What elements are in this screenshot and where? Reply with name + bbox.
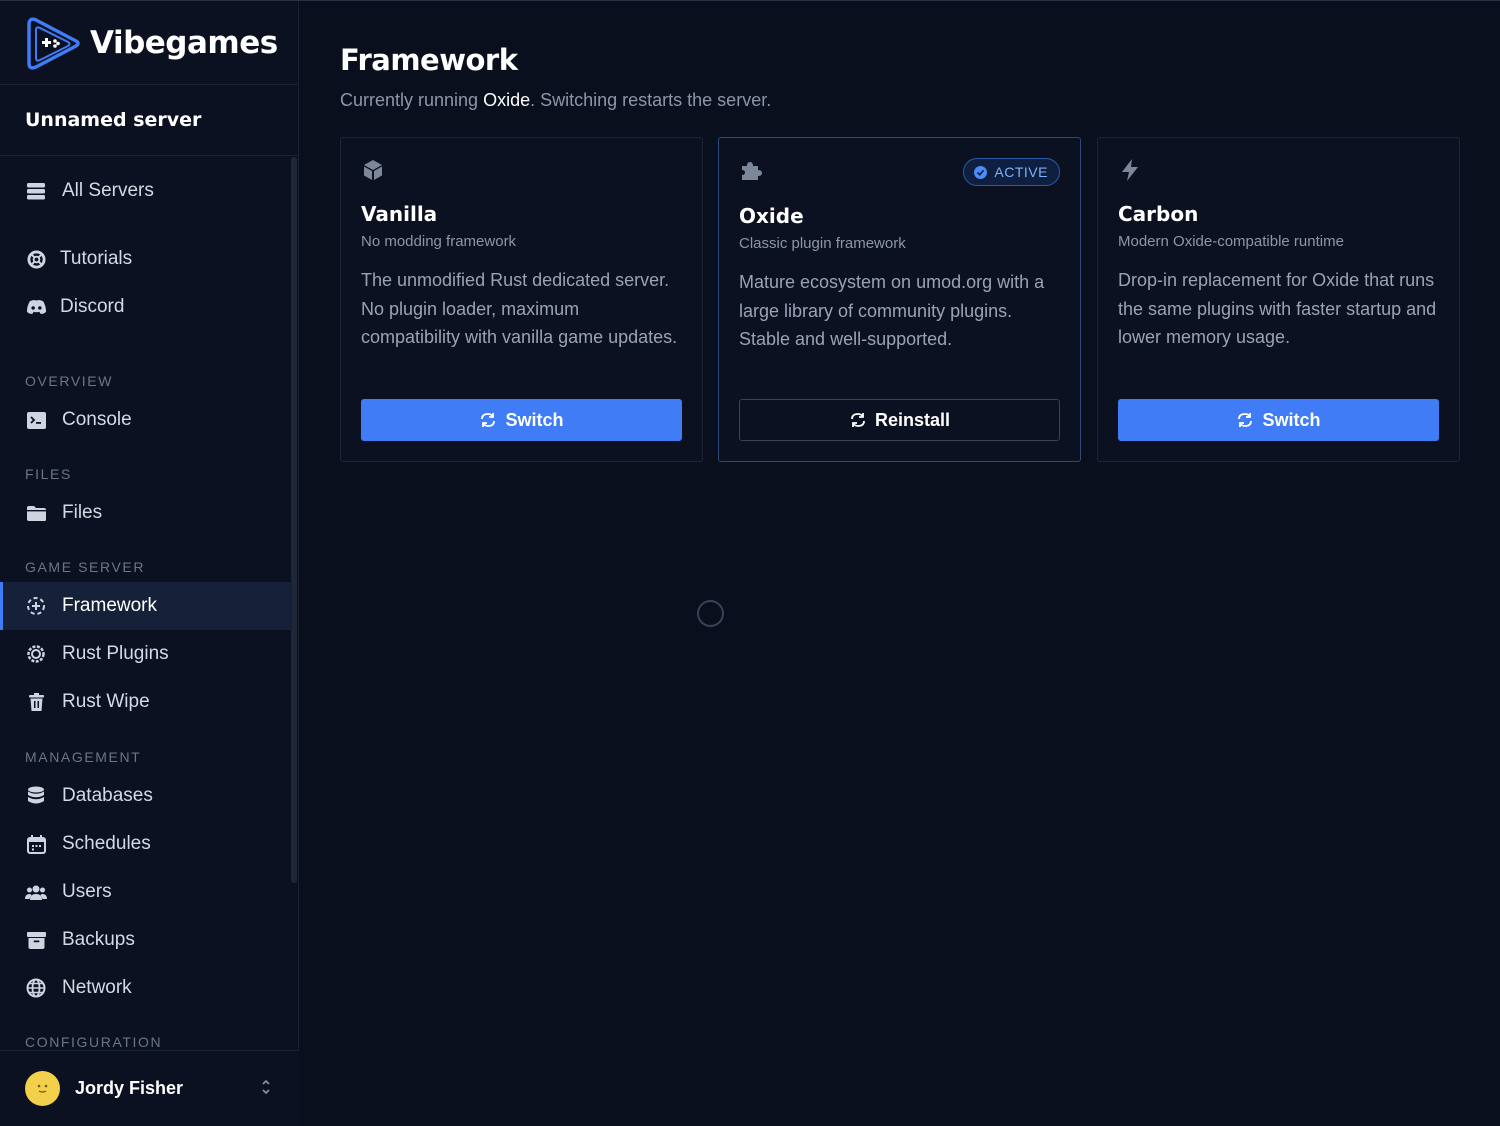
subtitle-suffix: . Switching restarts the server. bbox=[530, 90, 772, 110]
trash-icon bbox=[25, 691, 47, 713]
framework-description: The unmodified Rust dedicated server. No… bbox=[361, 270, 678, 347]
sidebar-nav: All Servers Tutorials Discord OVERVIEW C… bbox=[0, 157, 292, 1051]
nav-label: Users bbox=[62, 881, 112, 902]
users-icon bbox=[25, 881, 47, 903]
cube-icon bbox=[361, 158, 387, 184]
nav-label: Databases bbox=[62, 785, 153, 806]
nav-label: Backups bbox=[62, 929, 135, 950]
current-framework: Oxide bbox=[483, 90, 531, 110]
gamepad-logo-icon bbox=[27, 16, 80, 70]
framework-tagline: No modding framework bbox=[361, 233, 517, 250]
framework-name: Oxide bbox=[739, 204, 804, 228]
terminal-icon bbox=[25, 409, 47, 431]
framework-tagline: Classic plugin framework bbox=[739, 235, 906, 252]
switch-button[interactable]: Switch bbox=[1118, 399, 1439, 441]
user-menu[interactable]: Jordy Fisher bbox=[0, 1050, 299, 1126]
framework-card-oxide: ACTIVE Oxide Classic plugin framework Ma… bbox=[718, 137, 1081, 462]
archive-icon bbox=[25, 929, 47, 951]
refresh-icon bbox=[1238, 413, 1253, 427]
nav-item-network[interactable]: Network bbox=[0, 964, 292, 1012]
switch-button[interactable]: Switch bbox=[361, 399, 682, 441]
bolt-icon bbox=[1118, 158, 1144, 184]
button-label: Switch bbox=[505, 409, 564, 430]
nav-item-discord[interactable]: Discord bbox=[0, 283, 292, 331]
nav-label: Rust Wipe bbox=[62, 691, 150, 712]
framework-icon bbox=[25, 595, 47, 617]
server-selector[interactable]: Unnamed server bbox=[0, 85, 298, 156]
avatar bbox=[25, 1071, 60, 1106]
nav-label: Files bbox=[62, 502, 103, 523]
nav-item-all-servers[interactable]: All Servers bbox=[0, 167, 292, 215]
server-stack-icon bbox=[25, 180, 47, 202]
framework-name: Vanilla bbox=[361, 202, 438, 226]
page-subtitle: Currently running Oxide. Switching resta… bbox=[340, 90, 771, 111]
nav-label: Schedules bbox=[62, 833, 151, 854]
section-files: FILES bbox=[25, 466, 72, 482]
nav-label: Discord bbox=[60, 296, 125, 317]
section-overview: OVERVIEW bbox=[25, 373, 114, 389]
nav-label: Console bbox=[62, 409, 132, 430]
gear-icon bbox=[25, 643, 47, 665]
brand-name: Vibegames bbox=[90, 24, 278, 61]
nav-item-backups[interactable]: Backups bbox=[0, 916, 292, 964]
life-ring-icon bbox=[25, 248, 47, 270]
folder-icon bbox=[25, 502, 47, 524]
nav-item-framework[interactable]: Framework bbox=[0, 582, 292, 630]
section-game-server: GAME SERVER bbox=[25, 559, 146, 575]
button-label: Reinstall bbox=[874, 409, 951, 430]
framework-card-vanilla: Vanilla No modding framework The unmodif… bbox=[340, 137, 703, 462]
nav-label: All Servers bbox=[62, 180, 154, 201]
server-name: Unnamed server bbox=[25, 109, 202, 131]
nav-item-databases[interactable]: Databases bbox=[0, 772, 292, 820]
nav-label: Framework bbox=[62, 595, 158, 616]
chevron-up-down-icon bbox=[261, 1079, 271, 1096]
loading-spinner bbox=[697, 600, 724, 627]
framework-tagline: Modern Oxide-compatible runtime bbox=[1118, 233, 1344, 250]
database-icon bbox=[25, 785, 47, 807]
section-configuration: CONFIGURATION bbox=[25, 1034, 163, 1050]
section-management: MANAGEMENT bbox=[25, 749, 142, 765]
nav-label: Tutorials bbox=[60, 248, 133, 269]
globe-icon bbox=[25, 977, 47, 999]
brand[interactable]: Vibegames bbox=[0, 1, 298, 85]
puzzle-icon bbox=[739, 158, 765, 184]
calendar-icon bbox=[25, 833, 47, 855]
framework-name: Carbon bbox=[1118, 202, 1199, 226]
nav-item-users[interactable]: Users bbox=[0, 868, 292, 916]
nav-item-rust-plugins[interactable]: Rust Plugins bbox=[0, 630, 292, 678]
nav-item-rust-wipe[interactable]: Rust Wipe bbox=[0, 678, 292, 726]
badge-label: ACTIVE bbox=[994, 164, 1048, 180]
user-name: Jordy Fisher bbox=[75, 1078, 184, 1098]
active-badge: ACTIVE bbox=[963, 158, 1060, 186]
refresh-icon bbox=[851, 413, 865, 427]
subtitle-prefix: Currently running bbox=[340, 90, 484, 110]
nav-item-files[interactable]: Files bbox=[0, 489, 292, 537]
framework-description: Mature ecosystem on umod.org with a larg… bbox=[739, 272, 1045, 349]
discord-icon bbox=[25, 296, 47, 318]
nav-label: Rust Plugins bbox=[62, 643, 169, 664]
nav-item-schedules[interactable]: Schedules bbox=[0, 820, 292, 868]
framework-card-carbon: Carbon Modern Oxide-compatible runtime D… bbox=[1097, 137, 1460, 462]
button-label: Switch bbox=[1262, 409, 1321, 430]
check-circle-icon bbox=[974, 165, 988, 179]
nav-label: Network bbox=[62, 977, 132, 998]
refresh-icon bbox=[481, 413, 496, 427]
framework-description: Drop-in replacement for Oxide that runs … bbox=[1118, 270, 1437, 347]
nav-item-console[interactable]: Console bbox=[0, 396, 292, 444]
nav-item-tutorials[interactable]: Tutorials bbox=[0, 235, 292, 283]
reinstall-button[interactable]: Reinstall bbox=[739, 399, 1060, 441]
page-title: Framework bbox=[340, 43, 518, 77]
